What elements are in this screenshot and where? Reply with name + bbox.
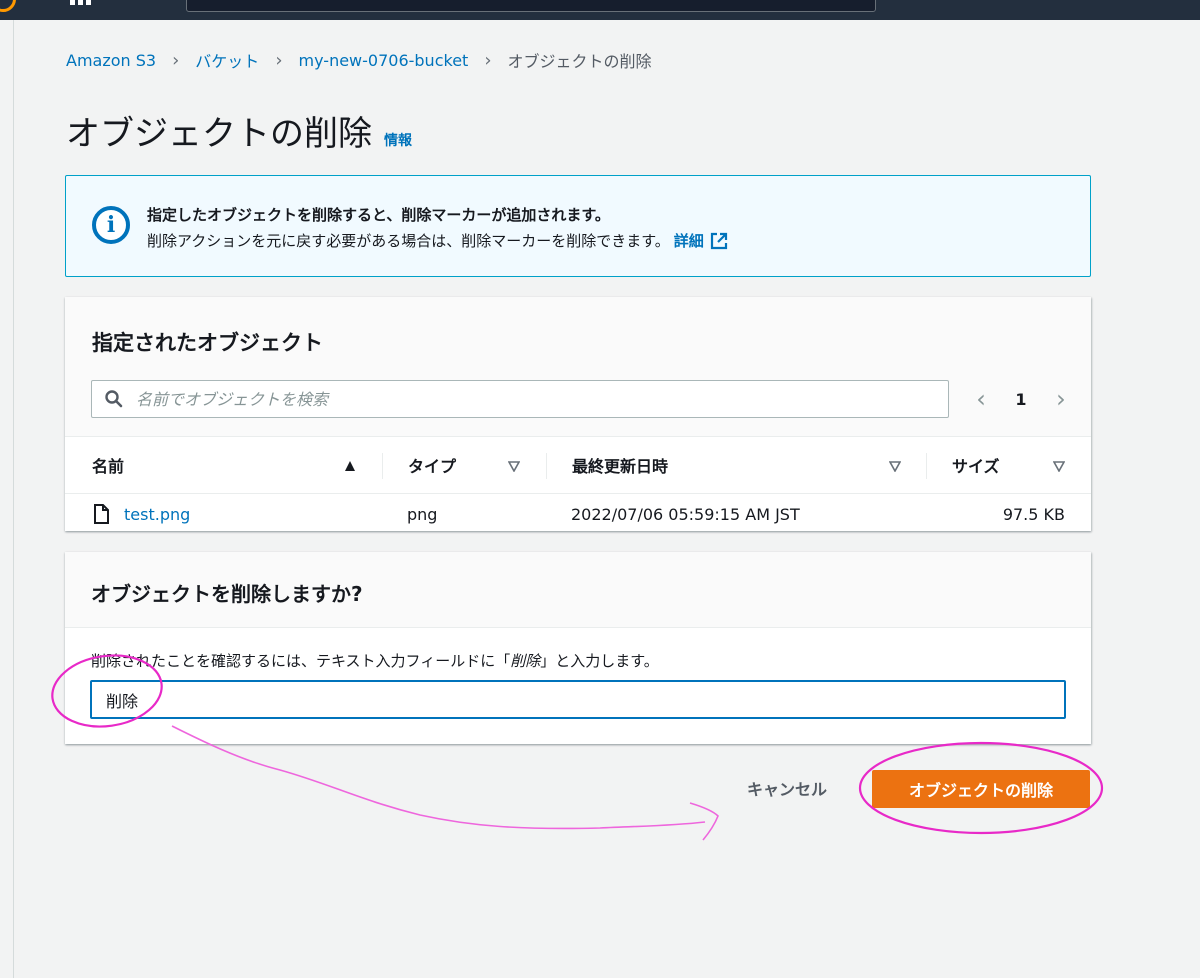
chevron-right-icon: › (172, 49, 180, 71)
specified-objects-panel: 指定されたオブジェクト ‹ 1 › 名前 タイプ 最終更新日時 サイズ test… (65, 297, 1091, 531)
confirm-instruction-start: 削除されたことを確認するには、テキスト入力フィールドに「 (91, 652, 511, 670)
alert-body: 削除アクションを元に戻す必要がある場合は、削除マーカーを削除できます。 詳細 (147, 230, 728, 251)
page-title: オブジェクトの削除 (66, 114, 372, 154)
aws-logo-icon[interactable] (0, 0, 16, 12)
breadcrumb-bucket-name[interactable]: my-new-0706-bucket (299, 51, 469, 70)
object-type: png (407, 504, 438, 524)
alert-title: 指定したオブジェクトを削除すると、削除マーカーが追加されます。 (147, 206, 610, 224)
confirm-keyword: 削除 (510, 652, 541, 670)
external-link-icon[interactable] (710, 232, 728, 250)
confirm-instruction: 削除されたことを確認するには、テキスト入力フィールドに「削除」と入力します。 (91, 650, 659, 671)
pagination: ‹ 1 › (971, 385, 1071, 413)
chevron-right-icon: › (484, 49, 492, 71)
chevron-right-icon: › (275, 49, 283, 71)
info-alert: i 指定したオブジェクトを削除すると、削除マーカーが追加されます。 削除アクショ… (65, 175, 1091, 277)
delete-confirm-panel: オブジェクトを削除しますか? 削除されたことを確認するには、テキスト入力フィール… (65, 552, 1091, 744)
breadcrumb: Amazon S3 › バケット › my-new-0706-bucket › … (66, 48, 652, 72)
navigation-divider (13, 20, 14, 978)
confirm-delete-input[interactable] (90, 680, 1066, 719)
specified-objects-title: 指定されたオブジェクト (92, 331, 323, 355)
table-row: test.png (93, 501, 190, 527)
column-divider[interactable] (382, 453, 383, 479)
table-row-separator (65, 493, 1091, 494)
top-navigation-bar (0, 0, 1200, 20)
object-search[interactable] (91, 380, 949, 418)
sort-descending-icon[interactable] (889, 460, 901, 472)
object-name-link[interactable]: test.png (124, 505, 190, 524)
cancel-button[interactable]: キャンセル (722, 770, 852, 806)
column-header-size[interactable]: サイズ (952, 447, 1000, 483)
sort-ascending-icon[interactable] (344, 460, 356, 472)
column-divider[interactable] (926, 453, 927, 479)
sort-descending-icon[interactable] (508, 460, 520, 472)
search-icon (105, 390, 123, 408)
breadcrumb-amazon-s3[interactable]: Amazon S3 (66, 51, 156, 70)
info-circle-icon: i (92, 206, 130, 244)
chevron-right-icon[interactable]: › (1051, 385, 1071, 413)
delete-confirm-header: オブジェクトを削除しますか? (65, 552, 1091, 628)
confirm-instruction-end: 」と入力します。 (540, 652, 659, 670)
alert-detail-link[interactable]: 詳細 (674, 230, 704, 251)
page-header: オブジェクトの削除 情報 (66, 106, 412, 155)
page-number[interactable]: 1 (1015, 390, 1026, 409)
breadcrumb-buckets[interactable]: バケット (195, 48, 259, 72)
sort-descending-icon[interactable] (1053, 460, 1065, 472)
column-header-name[interactable]: 名前 (92, 447, 124, 483)
specified-objects-header: 指定されたオブジェクト ‹ 1 › (65, 297, 1091, 437)
delete-objects-button[interactable]: オブジェクトの削除 (872, 770, 1090, 808)
services-grid-icon[interactable] (70, 0, 92, 6)
breadcrumb-current: オブジェクトの削除 (507, 52, 652, 71)
column-divider[interactable] (546, 453, 547, 479)
info-link[interactable]: 情報 (384, 130, 412, 150)
delete-confirm-title: オブジェクトを削除しますか? (91, 582, 363, 606)
object-size: 97.5 KB (1002, 504, 1065, 524)
global-search-box[interactable] (186, 0, 876, 12)
column-header-modified[interactable]: 最終更新日時 (572, 447, 668, 483)
object-search-input[interactable] (134, 388, 914, 410)
file-icon (94, 504, 109, 524)
column-header-type[interactable]: タイプ (408, 447, 456, 483)
chevron-left-icon[interactable]: ‹ (971, 385, 991, 413)
object-modified: 2022/07/06 05:59:15 AM JST (571, 504, 800, 524)
alert-body-text: 削除アクションを元に戻す必要がある場合は、削除マーカーを削除できます。 (147, 232, 670, 250)
